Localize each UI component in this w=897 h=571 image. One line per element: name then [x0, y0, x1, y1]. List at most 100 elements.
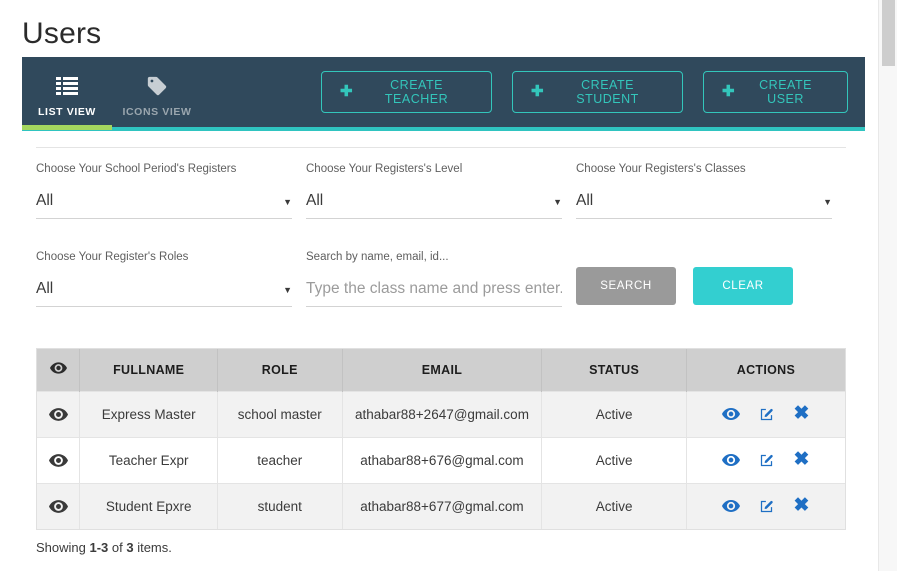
active-tab-indicator: [22, 125, 112, 130]
results-count-total: 3: [126, 540, 134, 555]
edit-icon[interactable]: [759, 407, 774, 422]
filter-level-select[interactable]: All ▼: [306, 192, 562, 219]
filter-period-value: All: [36, 192, 54, 209]
users-table: FULLNAME ROLE EMAIL STATUS ACTIONS Expre…: [37, 349, 845, 529]
row-select-eye[interactable]: [37, 482, 81, 529]
page-root: Users LIST VIEW ICONS VIEW ✚ CREATE TEAC…: [0, 0, 897, 571]
search-button[interactable]: SEARCH: [576, 267, 676, 305]
filters-panel: Choose Your School Period's Registers Al…: [36, 163, 846, 307]
tab-icons-view-label: ICONS VIEW: [122, 105, 192, 118]
toolbar-actions: ✚ CREATE TEACHER ✚ CREATE STUDENT ✚ CREA…: [321, 57, 848, 127]
cell-fullname: Student Epxre: [79, 482, 218, 529]
eye-icon: [38, 453, 78, 467]
search-input[interactable]: [306, 280, 562, 298]
create-student-label: CREATE STUDENT: [576, 78, 639, 106]
results-count-range: 1-3: [89, 540, 109, 555]
cell-status: Active: [541, 390, 687, 437]
clear-button[interactable]: CLEAR: [693, 267, 793, 305]
scrollbar-thumb[interactable]: [882, 0, 895, 66]
delete-icon[interactable]: ✖: [793, 450, 809, 469]
filter-roles-value: All: [36, 280, 54, 297]
cell-email: athabar88+2647@gmail.com: [342, 390, 543, 437]
view-tabs: LIST VIEW ICONS VIEW: [22, 57, 202, 127]
column-header-status[interactable]: STATUS: [541, 349, 687, 391]
filter-level-label: Choose Your Registers's Level: [306, 163, 463, 175]
filter-roles-label: Choose Your Register's Roles: [36, 251, 189, 263]
users-table-wrap: FULLNAME ROLE EMAIL STATUS ACTIONS Expre…: [36, 348, 846, 530]
create-student-button[interactable]: ✚ CREATE STUDENT: [512, 71, 683, 113]
users-table-body: Express Master school master athabar88+2…: [37, 390, 845, 529]
filter-period: Choose Your School Period's Registers Al…: [36, 163, 306, 219]
filters-row-1: Choose Your School Period's Registers Al…: [36, 163, 846, 219]
filter-search-label: Search by name, email, id...: [306, 251, 449, 263]
row-select-eye[interactable]: [37, 436, 81, 483]
plus-icon: ✚: [531, 82, 545, 100]
row-select-eye[interactable]: [37, 390, 81, 437]
filter-classes-select[interactable]: All ▼: [576, 192, 832, 219]
table-row: Express Master school master athabar88+2…: [37, 390, 845, 437]
cell-actions: ✖: [686, 436, 845, 483]
users-table-head: FULLNAME ROLE EMAIL STATUS ACTIONS: [37, 349, 845, 391]
filter-period-label: Choose Your School Period's Registers: [36, 163, 237, 175]
column-header-email[interactable]: EMAIL: [342, 349, 543, 391]
edit-icon[interactable]: [759, 453, 774, 468]
results-count-prefix: Showing: [36, 540, 90, 555]
eye-icon: [49, 362, 67, 377]
filter-level: Choose Your Registers's Level All ▼: [306, 163, 576, 219]
chevron-down-icon: ▼: [553, 197, 562, 207]
vertical-scrollbar[interactable]: [878, 0, 897, 571]
filter-buttons: SEARCH CLEAR: [576, 251, 846, 307]
column-header-role[interactable]: ROLE: [217, 349, 343, 391]
tag-icon: [146, 73, 168, 99]
cell-fullname: Express Master: [79, 390, 218, 437]
create-user-button[interactable]: ✚ CREATE USER: [703, 71, 848, 113]
delete-icon[interactable]: ✖: [793, 496, 809, 515]
cell-role: student: [217, 482, 343, 529]
create-user-label: CREATE USER: [759, 78, 812, 106]
eye-icon: [38, 407, 78, 421]
delete-icon[interactable]: ✖: [793, 404, 809, 423]
column-header-fullname[interactable]: FULLNAME: [79, 349, 218, 391]
view-icon[interactable]: [722, 454, 741, 466]
toolbar: LIST VIEW ICONS VIEW ✚ CREATE TEACHER ✚ …: [22, 57, 865, 127]
filter-level-value: All: [306, 192, 324, 209]
cell-email: athabar88+676@gmal.com: [342, 436, 543, 483]
tab-list-view-label: LIST VIEW: [38, 105, 96, 118]
cell-actions: ✖: [686, 390, 845, 437]
eye-icon: [38, 499, 78, 513]
create-teacher-button[interactable]: ✚ CREATE TEACHER: [321, 71, 492, 113]
filter-search: Search by name, email, id...: [306, 251, 576, 307]
cell-actions: ✖: [686, 482, 845, 529]
cell-email: athabar88+677@gmal.com: [342, 482, 543, 529]
page-content: Users LIST VIEW ICONS VIEW ✚ CREATE TEAC…: [0, 0, 878, 571]
results-count-middle: of: [108, 540, 127, 555]
filters-divider: [36, 147, 846, 148]
filter-period-select[interactable]: All ▼: [36, 192, 292, 219]
chevron-down-icon: ▼: [283, 197, 292, 207]
column-header-eye[interactable]: [37, 349, 81, 391]
filter-classes-label: Choose Your Registers's Classes: [576, 163, 746, 175]
tab-list-view[interactable]: LIST VIEW: [22, 57, 112, 127]
plus-icon: ✚: [340, 82, 354, 100]
view-icon[interactable]: [722, 500, 741, 513]
cell-role: school master: [217, 390, 343, 437]
cell-status: Active: [541, 482, 687, 529]
table-row: Teacher Expr teacher athabar88+676@gmal.…: [37, 436, 845, 483]
chevron-down-icon: ▼: [283, 285, 292, 295]
chevron-down-icon: ▼: [823, 197, 832, 207]
table-header-row: FULLNAME ROLE EMAIL STATUS ACTIONS: [37, 349, 845, 391]
cell-status: Active: [541, 436, 687, 483]
toolbar-underline-bar: [22, 127, 865, 131]
results-count-suffix: items.: [133, 540, 172, 555]
edit-icon[interactable]: [759, 499, 774, 514]
plus-icon: ✚: [722, 82, 736, 100]
column-header-actions: ACTIONS: [686, 349, 845, 391]
filter-classes: Choose Your Registers's Classes All ▼: [576, 163, 846, 219]
view-icon[interactable]: [722, 408, 741, 420]
filter-roles-select[interactable]: All ▼: [36, 280, 292, 307]
search-input-wrap: [306, 280, 562, 307]
results-count: Showing 1-3 of 3 items.: [36, 540, 172, 555]
cell-role: teacher: [217, 436, 343, 483]
tab-icons-view[interactable]: ICONS VIEW: [112, 57, 202, 127]
filter-roles: Choose Your Register's Roles All ▼: [36, 251, 306, 307]
